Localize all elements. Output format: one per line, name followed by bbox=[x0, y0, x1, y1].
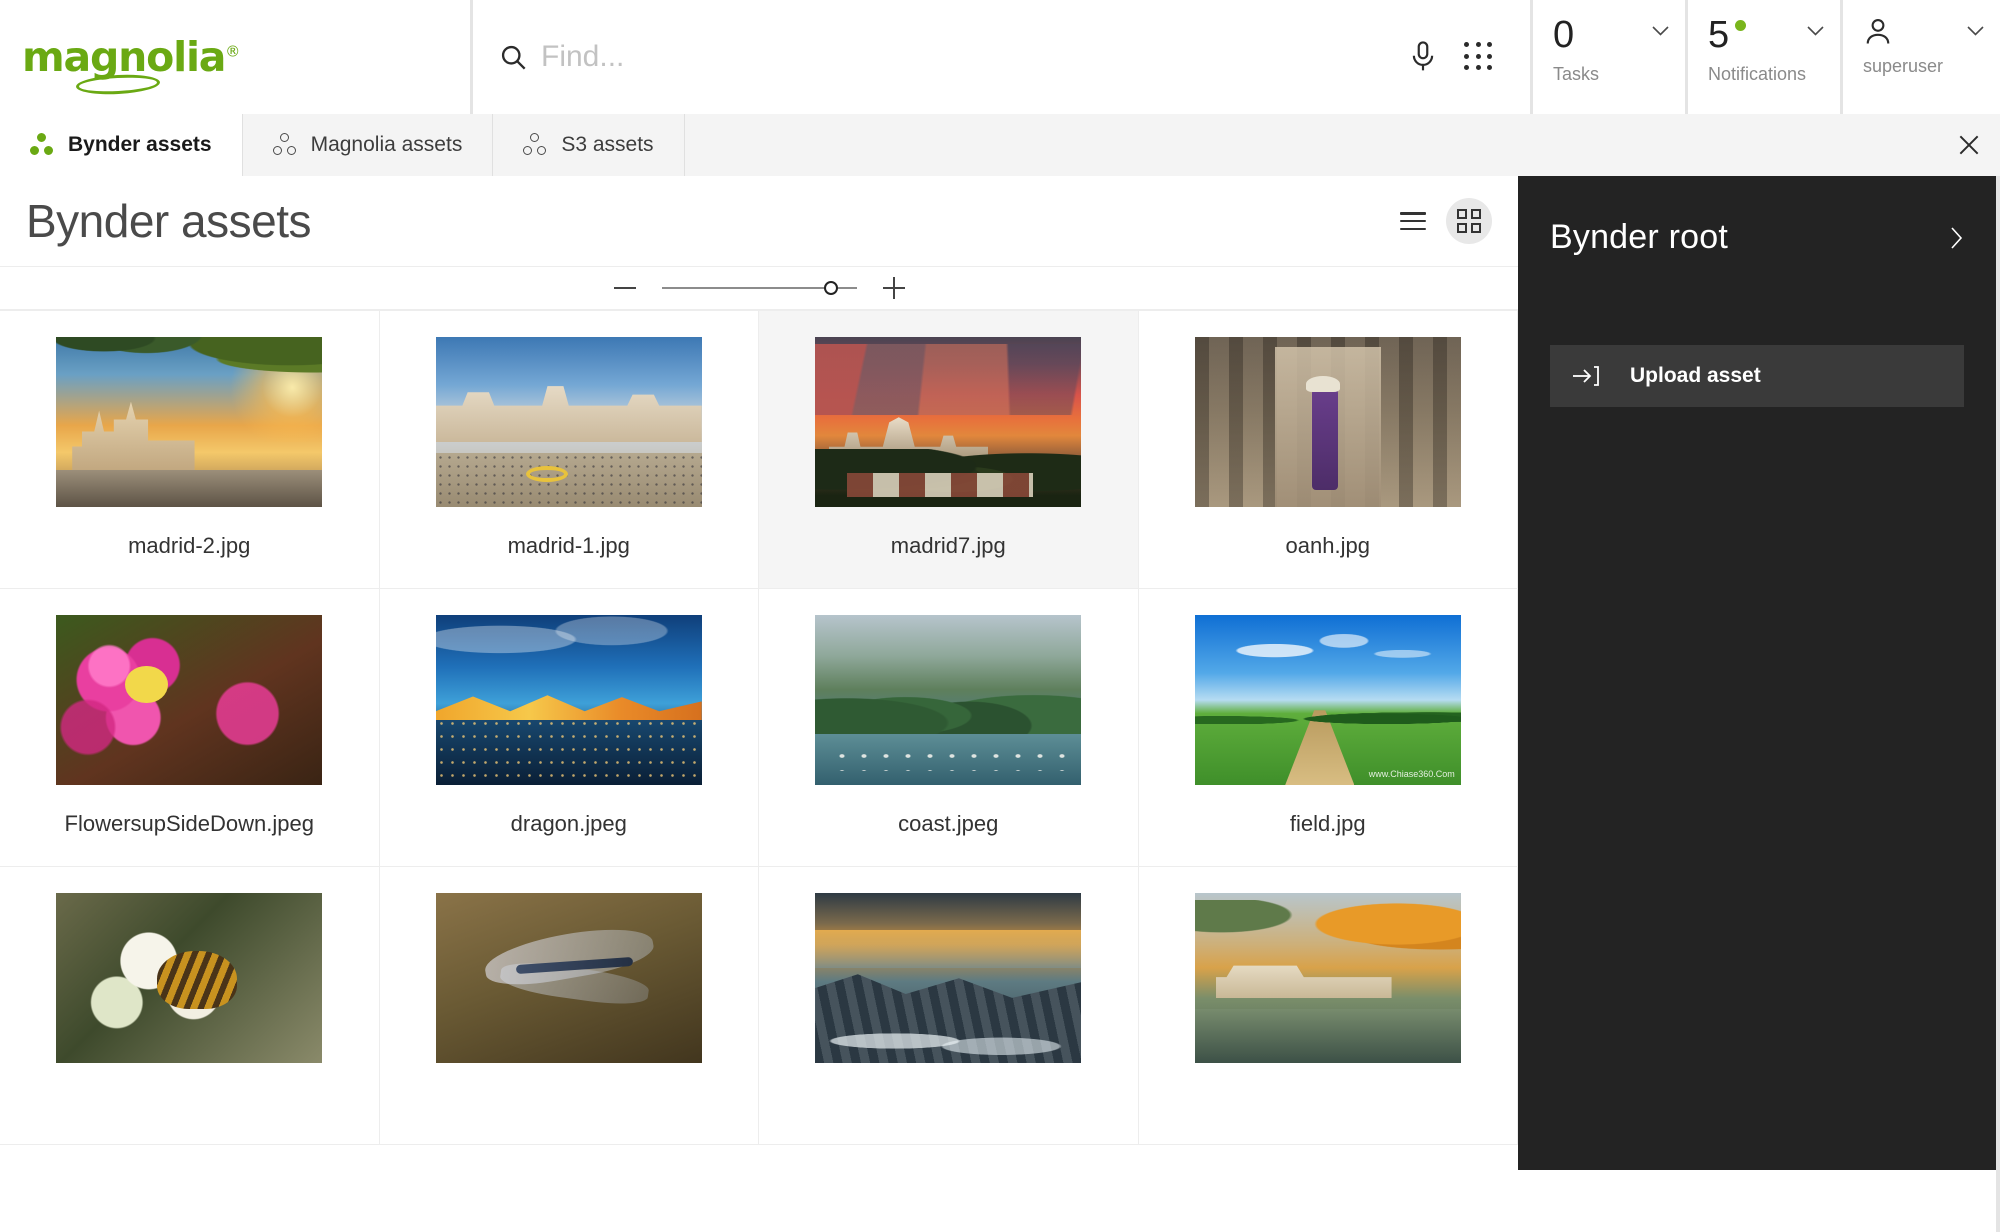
asset-label: madrid-2.jpg bbox=[128, 533, 250, 559]
asset-thumbnail bbox=[815, 615, 1081, 785]
asset-grid: madrid-2.jpg madrid-1.jpg madrid7.jpg oa… bbox=[0, 310, 1518, 1145]
logo-text: magnolia bbox=[22, 33, 225, 81]
notification-dot-badge bbox=[1735, 20, 1746, 31]
chevron-right-icon[interactable] bbox=[1950, 226, 1964, 250]
chevron-down-icon[interactable] bbox=[1652, 26, 1669, 36]
upload-asset-button[interactable]: Upload asset bbox=[1550, 345, 1964, 407]
notifications-widget[interactable]: 5 Notifications bbox=[1688, 0, 1840, 114]
asset-thumbnail: www.Chiase360.Com bbox=[1195, 615, 1461, 785]
tasks-label: Tasks bbox=[1553, 64, 1685, 85]
asset-thumbnail bbox=[56, 337, 322, 507]
thumbnail-size-slider[interactable] bbox=[662, 287, 857, 289]
asset-cell-dragonfly[interactable] bbox=[380, 867, 760, 1145]
page-header: Bynder assets bbox=[0, 176, 1518, 266]
asset-label: oanh.jpg bbox=[1286, 533, 1370, 559]
logo-registered-mark: ® bbox=[225, 42, 239, 60]
asset-thumbnail bbox=[815, 337, 1081, 507]
asset-cell-hoi-an[interactable] bbox=[1139, 867, 1519, 1145]
asset-thumbnail bbox=[56, 893, 322, 1063]
asset-cell-basalt-coast[interactable] bbox=[759, 867, 1139, 1145]
thumbnail-watermark: www.Chiase360.Com bbox=[1369, 769, 1455, 779]
asset-cell-field[interactable]: www.Chiase360.Com field.jpg bbox=[1139, 589, 1519, 867]
asset-cell-dragon[interactable]: dragon.jpeg bbox=[380, 589, 760, 867]
action-panel-title: Bynder root bbox=[1550, 218, 1728, 257]
asset-thumbnail bbox=[436, 893, 702, 1063]
magnolia-logo[interactable]: magnolia® bbox=[22, 37, 239, 78]
search-bar[interactable] bbox=[473, 0, 1530, 114]
assets-circles-icon bbox=[273, 133, 297, 157]
tab-label: Bynder assets bbox=[68, 133, 212, 157]
asset-label: FlowersupSideDown.jpeg bbox=[65, 811, 314, 837]
tab-bar: Bynder assets Magnolia assets S3 assets bbox=[0, 114, 2000, 176]
asset-label: dragon.jpeg bbox=[511, 811, 627, 837]
tab-magnolia-assets[interactable]: Magnolia assets bbox=[243, 114, 494, 176]
chevron-down-icon[interactable] bbox=[1967, 26, 1984, 36]
asset-label: madrid7.jpg bbox=[891, 533, 1006, 559]
tab-label: Magnolia assets bbox=[311, 133, 463, 157]
asset-label: madrid-1.jpg bbox=[508, 533, 630, 559]
user-avatar-icon bbox=[1863, 16, 1893, 46]
asset-cell-oanh[interactable]: oanh.jpg bbox=[1139, 311, 1519, 589]
thumbnail-size-slider-bar bbox=[0, 266, 1518, 310]
search-input[interactable] bbox=[541, 40, 961, 74]
list-view-button[interactable] bbox=[1390, 198, 1436, 244]
asset-thumbnail bbox=[1195, 337, 1461, 507]
assets-circles-icon bbox=[30, 133, 54, 157]
upload-asset-label: Upload asset bbox=[1630, 364, 1761, 388]
page-title: Bynder assets bbox=[26, 194, 311, 248]
close-tab-button[interactable] bbox=[1938, 114, 2000, 176]
asset-label: coast.jpeg bbox=[898, 811, 998, 837]
tab-label: S3 assets bbox=[561, 133, 653, 157]
top-bar-icons bbox=[1408, 40, 1504, 74]
assets-content-area: Bynder assets madrid-2.j bbox=[0, 176, 1518, 1232]
tab-s3-assets[interactable]: S3 assets bbox=[493, 114, 684, 176]
tasks-widget[interactable]: 0 Tasks bbox=[1533, 0, 1685, 114]
asset-thumbnail bbox=[1195, 893, 1461, 1063]
zoom-in-button[interactable] bbox=[883, 277, 905, 299]
logo-cell[interactable]: magnolia® bbox=[0, 0, 470, 114]
close-icon bbox=[1956, 132, 1982, 158]
asset-cell-flowersupsidedown[interactable]: FlowersupSideDown.jpeg bbox=[0, 589, 380, 867]
upload-arrow-icon bbox=[1572, 364, 1600, 388]
slider-handle[interactable] bbox=[824, 281, 838, 295]
assets-circles-icon bbox=[523, 133, 547, 157]
grid-view-icon bbox=[1457, 209, 1481, 233]
microphone-icon[interactable] bbox=[1408, 40, 1438, 74]
user-menu-widget[interactable]: superuser bbox=[1843, 0, 2000, 114]
body-area: Bynder assets madrid-2.j bbox=[0, 176, 2000, 1232]
list-view-icon bbox=[1400, 212, 1426, 230]
asset-thumbnail bbox=[815, 893, 1081, 1063]
asset-thumbnail bbox=[56, 615, 322, 785]
chevron-down-icon[interactable] bbox=[1807, 26, 1824, 36]
grid-view-button[interactable] bbox=[1446, 198, 1492, 244]
asset-cell-madrid7[interactable]: madrid7.jpg bbox=[759, 311, 1139, 589]
view-mode-toggles bbox=[1390, 198, 1492, 244]
panel-edge-rail bbox=[1996, 176, 2000, 1232]
search-icon bbox=[499, 43, 527, 71]
asset-cell-bee[interactable] bbox=[0, 867, 380, 1145]
apps-grid-icon[interactable] bbox=[1464, 42, 1494, 72]
notifications-label: Notifications bbox=[1708, 64, 1840, 85]
asset-thumbnail bbox=[436, 615, 702, 785]
tab-bynder-assets[interactable]: Bynder assets bbox=[0, 114, 243, 176]
asset-label: field.jpg bbox=[1290, 811, 1366, 837]
asset-thumbnail bbox=[436, 337, 702, 507]
top-bar: magnolia® 0 Tasks 5 Notificatio bbox=[0, 0, 2000, 114]
asset-cell-madrid-2[interactable]: madrid-2.jpg bbox=[0, 311, 380, 589]
notifications-count-value: 5 bbox=[1708, 16, 1729, 54]
zoom-out-button[interactable] bbox=[614, 277, 636, 299]
username-label: superuser bbox=[1863, 56, 2000, 77]
asset-cell-coast[interactable]: coast.jpeg bbox=[759, 589, 1139, 867]
asset-cell-madrid-1[interactable]: madrid-1.jpg bbox=[380, 311, 760, 589]
action-panel: Bynder root Upload asset bbox=[1518, 176, 1996, 1170]
action-panel-header: Bynder root bbox=[1550, 218, 1964, 257]
